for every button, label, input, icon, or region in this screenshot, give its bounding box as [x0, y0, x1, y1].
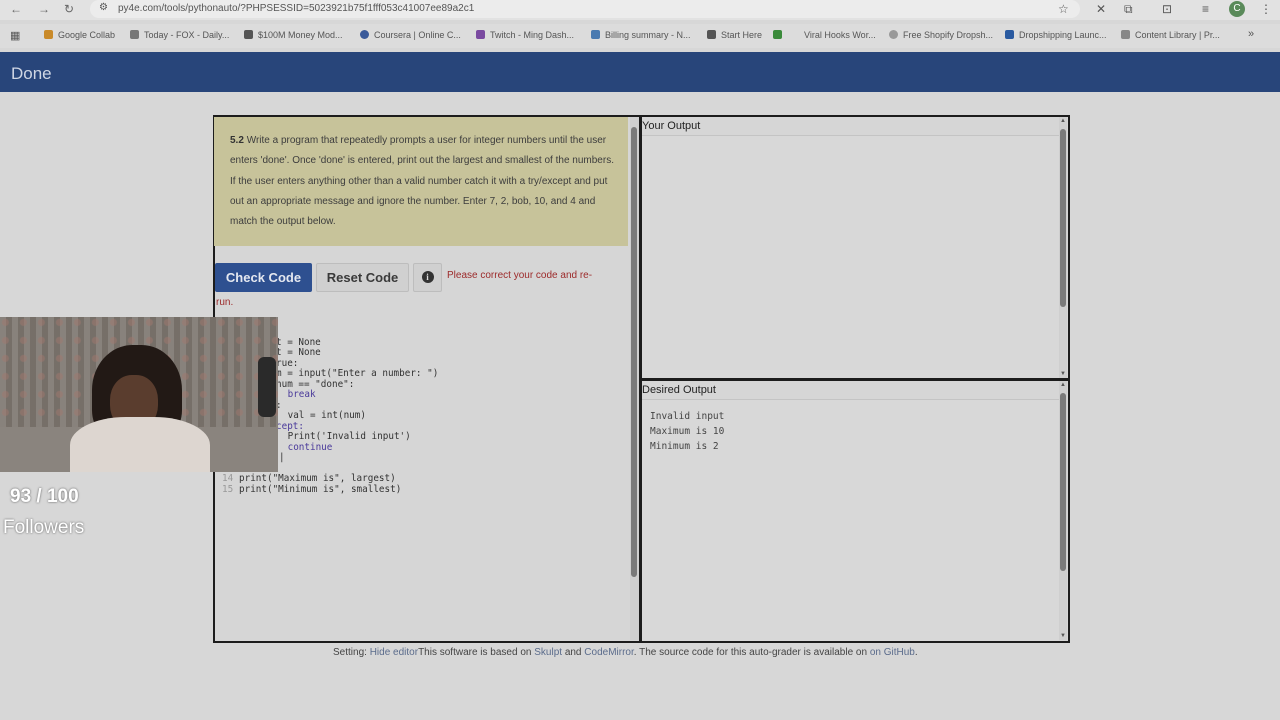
- url-text[interactable]: py4e.com/tools/pythonauto/?PHPSESSID=502…: [118, 3, 474, 14]
- fox-icon: [130, 30, 139, 39]
- codemirror-link[interactable]: CodeMirror: [584, 647, 633, 658]
- bookmark-item[interactable]: Billing summary - N...: [591, 30, 691, 40]
- info-icon: i: [421, 271, 434, 283]
- footer-text: This software is based on: [418, 647, 532, 658]
- your-output-scroll-thumb[interactable]: [1060, 129, 1066, 307]
- reload-icon[interactable]: ↻: [64, 2, 74, 16]
- left-scroll-thumb[interactable]: [631, 127, 637, 577]
- your-output-title: Your Output: [642, 120, 701, 132]
- scroll-down-icon[interactable]: ▼: [1059, 633, 1067, 639]
- your-output-scrollbar[interactable]: ▲ ▼: [1059, 117, 1067, 378]
- code-line[interactable]: m = input("Enter a number: "): [276, 368, 438, 379]
- sheet-icon: [773, 30, 782, 39]
- error-message-cont: run.: [216, 297, 234, 308]
- bookmark-item[interactable]: [773, 30, 787, 40]
- shopify-icon: [889, 30, 898, 39]
- bookmark-item[interactable]: Coursera | Online C...: [360, 30, 461, 40]
- dropship-icon: [1005, 30, 1014, 39]
- bookmark-item[interactable]: Content Library | Pr...: [1121, 30, 1220, 40]
- code-line[interactable]: print("Maximum is", largest): [239, 473, 396, 484]
- desired-output-scrollbar[interactable]: ▲ ▼: [1059, 381, 1067, 640]
- code-line[interactable]: val = int(num): [282, 410, 366, 421]
- desired-output-line: Invalid input: [650, 411, 725, 422]
- browser-toolbar: ← → ↻ ⚙ py4e.com/tools/pythonauto/?PHPSE…: [0, 0, 1280, 20]
- line-number: 14: [222, 473, 234, 484]
- bookmark-item[interactable]: Dropshipping Launc...: [1005, 30, 1107, 40]
- colab-icon: [44, 30, 53, 39]
- reset-code-button[interactable]: Reset Code: [316, 263, 409, 292]
- desired-output-scroll-thumb[interactable]: [1060, 393, 1066, 571]
- bookmark-item[interactable]: Today - FOX - Daily...: [130, 30, 229, 40]
- left-scrollbar[interactable]: [630, 117, 639, 640]
- site-info-icon[interactable]: ⚙: [99, 2, 108, 13]
- coursera-icon: [360, 30, 369, 39]
- footer-period: .: [914, 647, 918, 658]
- bookmark-item[interactable]: Twitch - Ming Dash...: [476, 30, 574, 40]
- bookmark-item[interactable]: Start Here: [707, 30, 762, 40]
- code-line[interactable]: break: [282, 389, 316, 400]
- webcam-overlay: [0, 317, 278, 472]
- desired-output-title: Desired Output: [642, 384, 716, 396]
- info-button[interactable]: i: [413, 263, 442, 292]
- bookmark-star-icon[interactable]: ☆: [1058, 2, 1069, 16]
- profile-avatar[interactable]: C: [1229, 1, 1245, 17]
- scroll-down-icon[interactable]: ▼: [1059, 371, 1067, 377]
- your-output-box: [642, 135, 1059, 378]
- more-bookmarks-icon[interactable]: »: [1248, 28, 1254, 40]
- footer-setting-label: Setting:: [333, 647, 367, 658]
- code-line[interactable]: print("Minimum is", smallest): [239, 484, 401, 495]
- start-icon: [707, 30, 716, 39]
- microphone: [258, 357, 276, 417]
- followers-count: 93 / 100: [10, 486, 79, 507]
- media-icon[interactable]: ≡: [1202, 2, 1209, 16]
- followers-label: Followers: [3, 517, 85, 538]
- bookmarks-bar: ▦ Google Collab Today - FOX - Daily... $…: [0, 24, 1280, 48]
- content-icon: [1121, 30, 1130, 39]
- forward-icon[interactable]: →: [38, 2, 50, 16]
- check-code-button[interactable]: Check Code: [215, 263, 312, 292]
- footer-text: . The source code for this auto-grader i…: [633, 647, 868, 658]
- line-number: 15: [222, 484, 234, 495]
- hide-editor-link[interactable]: Hide editor: [370, 647, 418, 658]
- billing-icon: [591, 30, 600, 39]
- footer-note: Setting: Hide editorThis software is bas…: [333, 647, 918, 658]
- github-link[interactable]: on GitHub: [870, 647, 915, 658]
- scroll-up-icon[interactable]: ▲: [1059, 382, 1067, 388]
- tab-search-icon[interactable]: ⊡: [1162, 2, 1172, 16]
- twitch-icon: [476, 30, 485, 39]
- bookmark-item[interactable]: Google Collab: [44, 30, 115, 40]
- code-line[interactable]: continue: [282, 442, 333, 453]
- done-link[interactable]: Done: [11, 64, 52, 84]
- money-icon: [244, 30, 253, 39]
- problem-number: 5.2: [230, 135, 244, 146]
- desired-output-line: Maximum is 10: [650, 426, 725, 437]
- header-bar: [0, 52, 1280, 92]
- desired-output-line: Minimum is 2: [650, 441, 719, 452]
- bookmark-item[interactable]: Free Shopify Dropsh...: [889, 30, 993, 40]
- code-line[interactable]: Print('Invalid input'): [282, 431, 411, 442]
- footer-and: and: [564, 647, 582, 658]
- bookmark-item[interactable]: $100M Money Mod...: [244, 30, 343, 40]
- problem-statement: 5.2 Write a program that repeatedly prom…: [230, 131, 620, 232]
- menu-kebab-icon[interactable]: ⋮: [1260, 2, 1272, 16]
- streamer-shirt: [70, 417, 210, 472]
- extension-x-icon[interactable]: ✕: [1096, 2, 1106, 16]
- error-message: Please correct your code and re-: [447, 270, 593, 281]
- back-icon[interactable]: ←: [10, 2, 22, 16]
- scroll-up-icon[interactable]: ▲: [1059, 118, 1067, 124]
- extensions-icon[interactable]: ⧉: [1124, 2, 1133, 17]
- bookmark-item[interactable]: Viral Hooks Wor...: [804, 30, 876, 40]
- apps-grid-icon[interactable]: ▦: [10, 29, 20, 42]
- output-splitter[interactable]: [642, 378, 1068, 381]
- text-cursor: |: [279, 452, 285, 463]
- problem-text: Write a program that repeatedly prompts …: [230, 135, 614, 228]
- skulpt-link[interactable]: Skulpt: [534, 647, 562, 658]
- code-line[interactable]: t = None: [276, 347, 321, 358]
